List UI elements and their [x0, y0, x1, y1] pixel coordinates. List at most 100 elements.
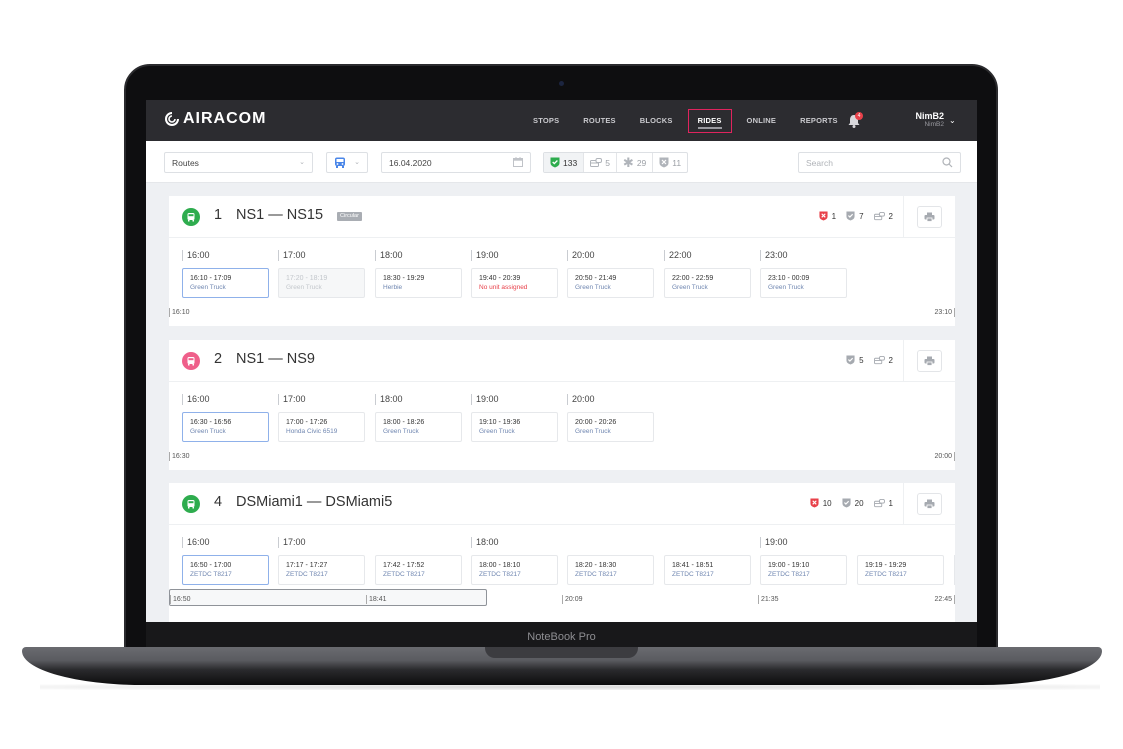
ride-time: 22:00 - 22:59 — [672, 275, 714, 282]
ride-card[interactable]: 19:10 - 19:36 Green Truck — [471, 412, 558, 442]
route-name[interactable]: DSMiami1 — DSMiami5 — [236, 494, 392, 510]
route-name[interactable]: NS1 — NS9 — [236, 351, 315, 367]
ride-unit: Green Truck — [575, 428, 611, 435]
ride-card[interactable]: 22:00 - 22:59 Green Truck — [664, 268, 751, 298]
stat-checked: 20 — [842, 498, 864, 508]
laptop-mockup: NoteBook Pro AIRACOM STOPS ROUTES BLOCKS… — [0, 0, 1123, 749]
ride-card[interactable]: 20:00 - 20:26 Green Truck — [567, 412, 654, 442]
ride-unit: Green Truck — [383, 428, 419, 435]
route-header: 4 DSMiami1 — DSMiami5 10 20 1 — [169, 483, 955, 525]
ride-time: 17:00 - 17:26 — [286, 419, 328, 426]
user-menu[interactable]: NimB2 NimB2 — [906, 111, 944, 129]
filter-scheduled-count: 29 — [636, 157, 647, 168]
ride-time: 16:10 - 17:09 — [190, 275, 232, 282]
filter-failed-count: 11 — [672, 157, 682, 168]
filter-scheduled[interactable]: ✱ 29 — [617, 153, 654, 172]
top-navbar: AIRACOM STOPS ROUTES BLOCKS RIDES ONLINE… — [146, 100, 977, 141]
ride-card[interactable]: 17:20 - 18:19 Green Truck — [278, 268, 365, 298]
bus-icon — [335, 157, 345, 168]
axis-tick: 18:41 — [366, 595, 387, 604]
ride-card[interactable]: 18:20 - 18:30 ZETDC T8217 — [567, 555, 654, 585]
route-name[interactable]: NS1 — NS15 — [236, 207, 323, 223]
hour-label: 19:00 — [471, 250, 499, 261]
ride-card[interactable]: 18:30 - 19:29 Herbie — [375, 268, 462, 298]
device-label: NoteBook Pro — [527, 631, 596, 643]
ride-time: 17:20 - 18:19 — [286, 275, 328, 282]
ride-time: 18:00 - 18:26 — [383, 419, 425, 426]
ride-card[interactable]: 18:00 - 18:26 Green Truck — [375, 412, 462, 442]
printer-icon — [924, 499, 935, 509]
nav-blocks[interactable]: BLOCKS — [628, 109, 685, 133]
ride-card[interactable]: 17:42 - 17:52 ZETDC T8217 — [375, 555, 462, 585]
filter-failed[interactable]: 11 — [653, 153, 687, 172]
print-button[interactable] — [917, 493, 942, 515]
axis-end: 23:10 — [934, 308, 955, 317]
nav-reports[interactable]: REPORTS — [788, 109, 850, 133]
view-select[interactable]: Routes ⌄ — [164, 152, 313, 173]
ride-unit: ZETDC T8217 — [383, 571, 425, 578]
stat-checked: 5 — [846, 355, 864, 365]
ride-unit: ZETDC T8217 — [768, 571, 810, 578]
route-stats: 10 20 1 — [800, 498, 893, 508]
ride-unit: ZETDC T8217 — [672, 571, 714, 578]
filter-completed[interactable]: 133 — [544, 153, 585, 172]
date-picker[interactable]: 16.04.2020 — [381, 152, 531, 173]
nav-rides[interactable]: RIDES — [687, 108, 732, 133]
calendar-icon — [513, 157, 523, 167]
ride-time: 20:00 - 20:26 — [575, 419, 617, 426]
ride-card[interactable]: 23:10 - 00:09 Green Truck — [760, 268, 847, 298]
stat-buses: 1 — [873, 498, 893, 508]
ride-card[interactable]: 18:00 - 18:10 ZETDC T8217 — [471, 555, 558, 585]
printer-icon — [924, 212, 935, 222]
camera-dot — [559, 81, 564, 86]
circular-tag: Circular — [337, 212, 362, 221]
ride-unit: Honda Civic 6519 — [286, 428, 338, 435]
nav-routes[interactable]: ROUTES — [571, 109, 627, 133]
shield-check-icon — [842, 498, 851, 508]
nav-online[interactable]: ONLINE — [735, 109, 789, 133]
nav-stops[interactable]: STOPS — [521, 109, 571, 133]
stat-failed: 10 — [810, 498, 832, 508]
ride-card[interactable]: 18:41 - 18:51 ZETDC T8217 — [664, 555, 751, 585]
hour-label: 20:00 — [567, 394, 595, 405]
axis-end: 20:00 — [934, 452, 955, 461]
ride-time: 23:10 - 00:09 — [768, 275, 810, 282]
stat-failed-value: 1 — [831, 211, 837, 221]
hour-label: 16:00 — [182, 537, 210, 548]
vehicle-type-select[interactable]: ⌄ — [326, 152, 368, 173]
user-subtitle: NimB2 — [924, 121, 944, 128]
ride-card[interactable]: 19:40 - 20:39 No unit assigned — [471, 268, 558, 298]
search-placeholder: Search — [806, 157, 833, 168]
filter-messages[interactable]: 5 — [584, 153, 617, 172]
route-card: 4 DSMiami1 — DSMiami5 10 20 1 16:00 17:0… — [169, 483, 955, 622]
ride-card[interactable]: 16:50 - 17:00 ZETDC T8217 — [182, 555, 269, 585]
ride-card[interactable]: 20:50 - 21:49 Green Truck — [567, 268, 654, 298]
ride-card[interactable]: 16:10 - 17:09 Green Truck — [182, 268, 269, 298]
ride-time: 18:00 - 18:10 — [479, 562, 521, 569]
ride-time: 16:50 - 17:00 — [190, 562, 232, 569]
print-button[interactable] — [917, 350, 942, 372]
hour-label: 18:00 — [375, 250, 403, 261]
ride-time: 17:17 - 17:27 — [286, 562, 328, 569]
chevron-down-icon: ⌄ — [354, 159, 360, 166]
chevron-down-icon[interactable]: ⌄ — [949, 116, 956, 125]
hour-label: 19:00 — [760, 537, 788, 548]
asterisk-icon: ✱ — [622, 154, 634, 170]
ride-unit: ZETDC T8217 — [865, 571, 907, 578]
hour-label: 20:00 — [567, 250, 595, 261]
app-logo[interactable]: AIRACOM — [164, 110, 266, 128]
ride-unit: ZETDC T8217 — [575, 571, 617, 578]
print-button[interactable] — [917, 206, 942, 228]
ride-card[interactable]: 19:19 - 19:29 ZETDC T8217 — [857, 555, 944, 585]
ride-card[interactable]: 19:00 - 19:10 ZETDC T8217 — [760, 555, 847, 585]
ride-card[interactable]: 17:17 - 17:27 ZETDC T8217 — [278, 555, 365, 585]
ride-card[interactable]: 17:00 - 17:26 Honda Civic 6519 — [278, 412, 365, 442]
stat-checked-value: 20 — [854, 498, 864, 508]
ride-card[interactable]: 16:30 - 16:56 Green Truck — [182, 412, 269, 442]
timeline-scroll-thumb[interactable] — [169, 589, 487, 606]
laptop-shadow — [40, 684, 1100, 690]
search-input[interactable]: Search — [798, 152, 961, 173]
route-card: 1 NS1 — NS15 Circular 1 7 2 16:00 17:00 … — [169, 196, 955, 326]
app-screen: AIRACOM STOPS ROUTES BLOCKS RIDES ONLINE… — [146, 100, 977, 622]
date-value: 16.04.2020 — [389, 157, 432, 168]
